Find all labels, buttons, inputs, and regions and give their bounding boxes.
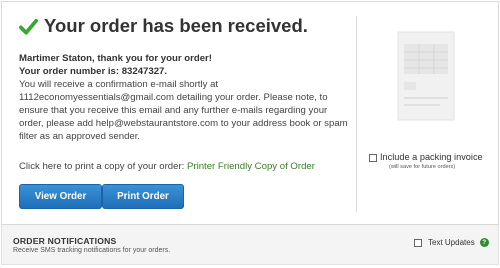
packing-invoice-column: Include a packing invoice (will save for… bbox=[357, 2, 498, 224]
confirmation-prefix: You will receive a confirmation e-mail s… bbox=[19, 79, 219, 90]
order-confirmation-card: Your order has been received. Martimer S… bbox=[1, 1, 499, 225]
notifications-title: ORDER NOTIFICATIONS bbox=[13, 236, 117, 246]
text-updates-option: Text Updates ? bbox=[414, 238, 489, 247]
confirmation-body: 1112economyessentials@gmail.com detailin… bbox=[19, 92, 348, 142]
packing-invoice-checkbox[interactable] bbox=[369, 154, 377, 162]
text-updates-label: Text Updates bbox=[428, 238, 475, 247]
packing-invoice-note: (will save for future orders) bbox=[389, 164, 456, 170]
text-updates-checkbox[interactable] bbox=[414, 238, 422, 247]
order-number-label: Your order number is: bbox=[19, 66, 122, 77]
title-row: Your order has been received. bbox=[19, 15, 308, 37]
order-details-column: Your order has been received. Martimer S… bbox=[2, 2, 356, 224]
order-notifications-bar: ORDER NOTIFICATIONS Receive SMS tracking… bbox=[1, 225, 499, 265]
print-prompt: Click here to print a copy of your order… bbox=[19, 161, 187, 172]
order-number: 83247327. bbox=[121, 66, 168, 77]
packing-invoice-label: Include a packing invoice bbox=[380, 152, 483, 162]
invoice-document-icon bbox=[397, 31, 455, 121]
page-title: Your order has been received. bbox=[44, 15, 308, 36]
notifications-subtitle: Receive SMS tracking notifications for y… bbox=[13, 247, 171, 254]
packing-invoice-option: Include a packing invoice bbox=[369, 152, 483, 162]
print-copy-line: Click here to print a copy of your order… bbox=[19, 161, 315, 172]
print-order-button[interactable]: Print Order bbox=[102, 184, 184, 209]
view-order-button[interactable]: View Order bbox=[19, 184, 102, 209]
help-icon[interactable]: ? bbox=[479, 238, 489, 247]
order-number-line: Your order number is: 83247327. bbox=[19, 65, 351, 78]
order-message: Martimer Staton, thank you for your orde… bbox=[19, 52, 351, 143]
thank-you-text: Martimer Staton, thank you for your orde… bbox=[19, 53, 212, 64]
check-icon bbox=[19, 18, 38, 35]
printer-friendly-link[interactable]: Printer Friendly Copy of Order bbox=[187, 161, 315, 172]
